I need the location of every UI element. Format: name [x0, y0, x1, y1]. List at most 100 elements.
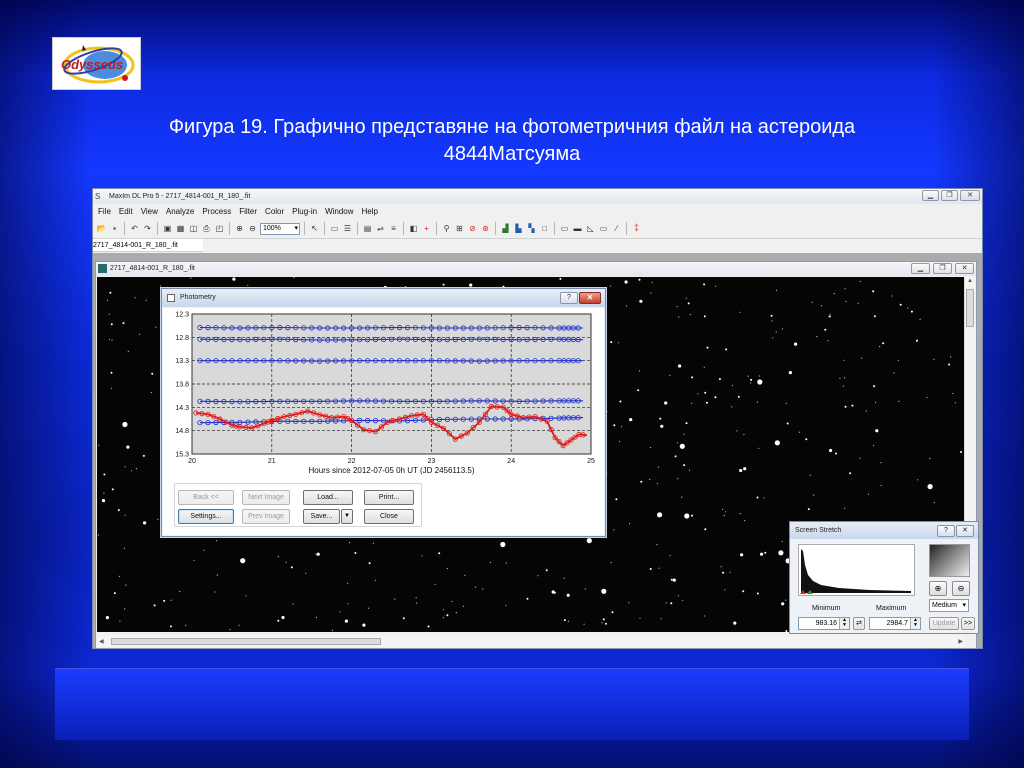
- calibrate-icon[interactable]: ▤: [362, 223, 373, 234]
- photometry-window-icon: [167, 294, 175, 302]
- settings-button[interactable]: Settings...: [178, 509, 234, 524]
- zoom-out-icon[interactable]: ⊖: [247, 223, 258, 234]
- image-restore-button[interactable]: ❐: [933, 263, 952, 274]
- save-icon[interactable]: ▪: [109, 223, 120, 234]
- save-button[interactable]: Save...: [303, 509, 340, 524]
- save-dropdown-icon[interactable]: ▼: [341, 509, 353, 524]
- scroll-up-icon[interactable]: ▲: [967, 278, 973, 284]
- close-button[interactable]: ✕: [960, 190, 980, 201]
- load-button[interactable]: Load...: [303, 490, 353, 505]
- zoom-in-icon[interactable]: ⊕: [234, 223, 245, 234]
- crop-icon[interactable]: ◧: [408, 223, 419, 234]
- maximize-button[interactable]: ❐: [941, 190, 958, 201]
- image-window-icon[interactable]: ▣: [162, 223, 173, 234]
- stretch-help-button[interactable]: ?: [937, 525, 955, 537]
- star: [788, 371, 793, 375]
- menu-process[interactable]: Process: [202, 207, 231, 216]
- stack-icon[interactable]: ≡: [388, 223, 399, 234]
- menu-filter[interactable]: Filter: [239, 207, 257, 216]
- maximum-field[interactable]: 2984.7 ▲ ▼: [869, 617, 921, 630]
- histogram-zoom-in-icon[interactable]: ⊕: [929, 581, 947, 596]
- help-pointer-icon[interactable]: ↖: [309, 223, 320, 234]
- star: [290, 566, 293, 569]
- print-button[interactable]: Print...: [364, 490, 414, 505]
- light-curve-chart: 20 21 22 23 24 25 12.3 12.8 13.3 13.8 14.3 14.8 15.3…: [175, 312, 595, 476]
- crosshair-icon[interactable]: +: [421, 223, 432, 234]
- star: [143, 521, 147, 525]
- menu-plug-in[interactable]: Plug-in: [292, 207, 317, 216]
- undo-icon[interactable]: ↶: [129, 223, 140, 234]
- menu-view[interactable]: View: [141, 207, 158, 216]
- pause-icon[interactable]: ⊛: [480, 223, 491, 234]
- vertical-scroll-thumb[interactable]: [966, 289, 974, 327]
- minimum-label: Minimum: [812, 605, 841, 612]
- histogram-display[interactable]: [798, 544, 915, 596]
- stop-icon[interactable]: ⊘: [467, 223, 478, 234]
- preview-icon[interactable]: ▬: [572, 223, 583, 234]
- horizontal-scroll-thumb[interactable]: [111, 638, 381, 645]
- more-button[interactable]: >>: [961, 617, 975, 630]
- screen-stretch-title: Screen Stretch: [795, 527, 842, 534]
- maximum-spinner-icon[interactable]: ▲ ▼: [910, 618, 920, 629]
- fits-header-icon[interactable]: ☰: [342, 223, 353, 234]
- frame-icon[interactable]: □: [539, 223, 550, 234]
- astrometry-icon[interactable]: ⁑: [631, 223, 642, 234]
- menu-edit[interactable]: Edit: [119, 207, 133, 216]
- menu-file[interactable]: File: [98, 207, 111, 216]
- graph-icon[interactable]: ◺: [585, 223, 596, 234]
- channels-icon[interactable]: ▚: [526, 223, 537, 234]
- star: [402, 617, 405, 620]
- swap-min-max-icon[interactable]: ⇄: [853, 617, 865, 630]
- star: [669, 555, 671, 557]
- slide-title-line1: Фигура 19. Графично представяне на фотом…: [168, 116, 856, 138]
- app-titlebar[interactable]: S MaxIm DL Pro 5 - 2717_4814-001_R_180_.…: [93, 189, 982, 204]
- open-icon[interactable]: 📂: [96, 223, 107, 234]
- star: [348, 541, 351, 544]
- camera-icon[interactable]: ◫: [188, 223, 199, 234]
- zoom-select[interactable]: 100%: [260, 222, 300, 235]
- image-minimize-button[interactable]: ▁: [911, 263, 930, 274]
- scroll-right-icon[interactable]: ▶: [958, 638, 963, 645]
- photometry-close-x-button[interactable]: ✕: [579, 292, 601, 304]
- histogram-icon[interactable]: ▟: [500, 223, 511, 234]
- telescope-icon[interactable]: ⚲: [441, 223, 452, 234]
- scroll-left-icon[interactable]: ◀: [99, 638, 104, 645]
- photometry-help-button[interactable]: ?: [560, 292, 578, 304]
- levels-icon[interactable]: ▙: [513, 223, 524, 234]
- horizontal-scrollbar[interactable]: ◀ ▶: [97, 636, 965, 647]
- target-icon[interactable]: ⊞: [454, 223, 465, 234]
- star: [763, 497, 765, 499]
- window-icon[interactable]: ▭: [559, 223, 570, 234]
- menu-window[interactable]: Window: [325, 207, 353, 216]
- redo-icon[interactable]: ↷: [142, 223, 153, 234]
- align-icon[interactable]: ⇌: [375, 223, 386, 234]
- stretch-mode-select[interactable]: Medium: [929, 599, 969, 612]
- curve-icon[interactable]: ∕: [611, 223, 622, 234]
- histogram-zoom-out-icon[interactable]: ⊖: [952, 581, 970, 596]
- settings-icon[interactable]: ◰: [214, 223, 225, 234]
- tile-icon[interactable]: ▦: [175, 223, 186, 234]
- image-close-button[interactable]: ✕: [955, 263, 974, 274]
- close-button[interactable]: Close: [364, 509, 414, 524]
- line-icon[interactable]: ▭: [598, 223, 609, 234]
- document-tab[interactable]: 2717_4814-001_R_180_.fit: [93, 239, 203, 252]
- stretch-close-button[interactable]: ✕: [956, 525, 974, 537]
- minimum-spinner-icon[interactable]: ▲ ▼: [839, 618, 849, 629]
- photometry-titlebar[interactable]: Photometry ? ✕: [162, 289, 605, 307]
- next-image-button[interactable]: Next Image: [242, 490, 290, 505]
- image-window-titlebar[interactable]: 2717_4814-001_R_180_.fit ▁ ❐ ✕: [96, 262, 976, 276]
- image-info-icon[interactable]: ▭: [329, 223, 340, 234]
- screen-stretch-titlebar[interactable]: Screen Stretch ? ✕: [790, 522, 978, 539]
- star: [774, 440, 780, 446]
- star: [677, 478, 679, 480]
- back-button[interactable]: Back <<: [178, 490, 234, 505]
- minimize-button[interactable]: ▁: [922, 190, 939, 201]
- menu-color[interactable]: Color: [265, 207, 284, 216]
- menu-analyze[interactable]: Analyze: [166, 207, 194, 216]
- prev-image-button[interactable]: Prev Image: [242, 509, 290, 524]
- minimum-field[interactable]: 983.16 ▲ ▼: [798, 617, 850, 630]
- star: [203, 549, 205, 551]
- print-icon[interactable]: ⎙: [201, 223, 212, 234]
- update-button[interactable]: Update: [929, 617, 959, 630]
- menu-help[interactable]: Help: [362, 207, 378, 216]
